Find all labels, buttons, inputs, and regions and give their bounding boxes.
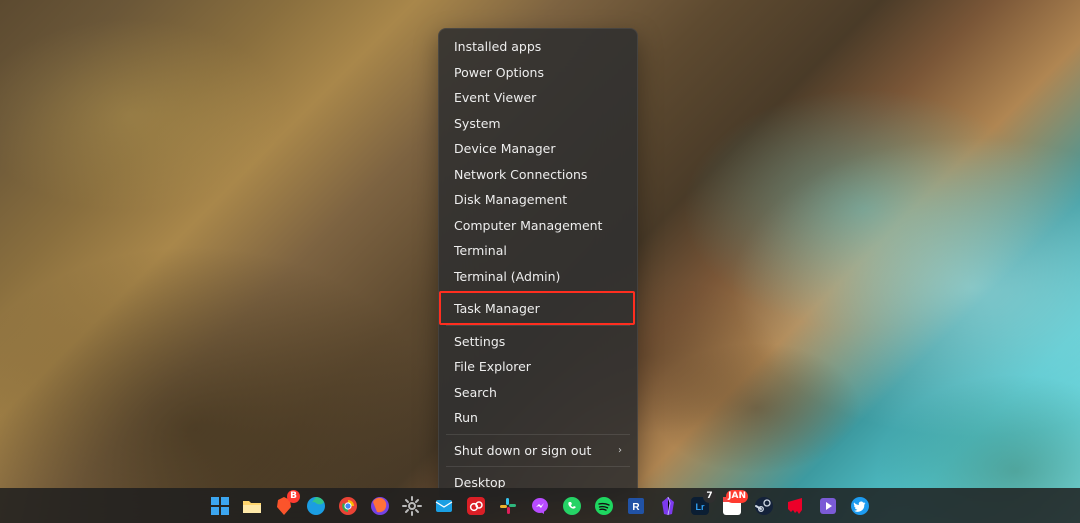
- menu-item-event-viewer[interactable]: Event Viewer: [444, 85, 632, 111]
- badge: JAN: [726, 490, 748, 503]
- start-icon[interactable]: [207, 493, 233, 519]
- chrome-icon[interactable]: [335, 493, 361, 519]
- menu-item-label: Power Options: [454, 65, 544, 80]
- menu-item-label: System: [454, 116, 501, 131]
- menu-item-label: Shut down or sign out: [454, 443, 591, 458]
- menu-item-label: File Explorer: [454, 359, 531, 374]
- stremio-icon[interactable]: [815, 493, 841, 519]
- revit-icon[interactable]: R: [623, 493, 649, 519]
- menu-separator: [446, 325, 630, 326]
- menu-item-shut-down-or-sign-out[interactable]: Shut down or sign out ›: [444, 438, 632, 464]
- winx-context-menu: Installed apps Power Options Event Viewer S…: [438, 28, 638, 502]
- lightroom-icon[interactable]: Lr7: [687, 493, 713, 519]
- menu-item-label: Run: [454, 410, 478, 425]
- jan-icon[interactable]: JAN: [719, 493, 745, 519]
- menu-item-network-connections[interactable]: Network Connections: [444, 162, 632, 188]
- svg-text:R: R: [632, 502, 640, 513]
- menu-item-terminal[interactable]: Terminal: [444, 238, 632, 264]
- menu-item-task-manager[interactable]: Task Manager: [444, 296, 632, 322]
- menu-item-file-explorer[interactable]: File Explorer: [444, 354, 632, 380]
- taskbar: B R Lr7 JAN: [0, 488, 1080, 523]
- menu-item-label: Event Viewer: [454, 90, 536, 105]
- messenger-icon[interactable]: [527, 493, 553, 519]
- menu-separator: [446, 292, 630, 293]
- brave-icon[interactable]: B: [271, 493, 297, 519]
- slack-icon[interactable]: [495, 493, 521, 519]
- svg-text:Lr: Lr: [696, 502, 705, 512]
- menu-item-run[interactable]: Run: [444, 405, 632, 431]
- menu-item-system[interactable]: System: [444, 111, 632, 137]
- firefox-icon[interactable]: [367, 493, 393, 519]
- riot-icon[interactable]: [783, 493, 809, 519]
- menu-item-label: Device Manager: [454, 141, 556, 156]
- menu-item-label: Search: [454, 385, 497, 400]
- spotify-icon[interactable]: [591, 493, 617, 519]
- menu-item-label: Computer Management: [454, 218, 602, 233]
- adobe-cc-icon[interactable]: [463, 493, 489, 519]
- obsidian-icon[interactable]: [655, 493, 681, 519]
- menu-item-label: Disk Management: [454, 192, 567, 207]
- menu-item-terminal-admin[interactable]: Terminal (Admin): [444, 264, 632, 290]
- whatsapp-icon[interactable]: [559, 493, 585, 519]
- menu-item-label: Task Manager: [454, 301, 540, 316]
- menu-item-label: Installed apps: [454, 39, 541, 54]
- badge: 7: [703, 490, 716, 503]
- badge: B: [287, 490, 300, 503]
- menu-item-label: Terminal (Admin): [454, 269, 560, 284]
- file-explorer-icon[interactable]: [239, 493, 265, 519]
- menu-item-settings[interactable]: Settings: [444, 329, 632, 355]
- menu-item-search[interactable]: Search: [444, 380, 632, 406]
- edge-icon[interactable]: [303, 493, 329, 519]
- menu-item-label: Terminal: [454, 243, 507, 258]
- menu-item-computer-management[interactable]: Computer Management: [444, 213, 632, 239]
- menu-item-label: Settings: [454, 334, 505, 349]
- menu-item-power-options[interactable]: Power Options: [444, 60, 632, 86]
- twitter-icon[interactable]: [847, 493, 873, 519]
- menu-item-device-manager[interactable]: Device Manager: [444, 136, 632, 162]
- menu-item-installed-apps[interactable]: Installed apps: [444, 34, 632, 60]
- menu-separator: [446, 434, 630, 435]
- menu-separator: [446, 466, 630, 467]
- steam-icon[interactable]: [751, 493, 777, 519]
- menu-item-label: Network Connections: [454, 167, 587, 182]
- chevron-right-icon: ›: [618, 445, 622, 456]
- mail-icon[interactable]: [431, 493, 457, 519]
- menu-item-disk-management[interactable]: Disk Management: [444, 187, 632, 213]
- settings-icon[interactable]: [399, 493, 425, 519]
